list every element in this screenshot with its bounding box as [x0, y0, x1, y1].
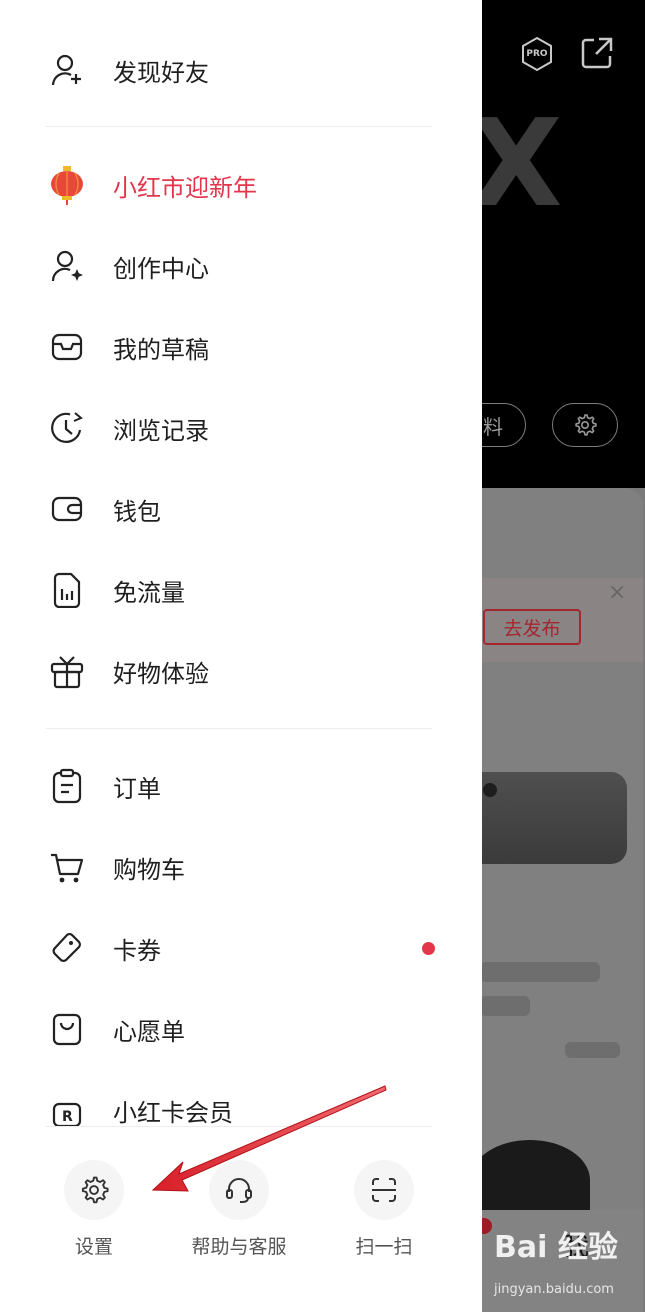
- blurred-text: [480, 962, 600, 982]
- gear-icon: [575, 414, 597, 436]
- add-user-icon: [48, 51, 86, 89]
- apple-logo-icon: [483, 783, 497, 797]
- menu-item-label: 我的草稿: [113, 335, 209, 364]
- data-sim-icon: [48, 571, 86, 609]
- cart-icon: [48, 848, 86, 886]
- menu-item-history[interactable]: 浏览记录: [0, 398, 482, 458]
- history-clock-icon: [48, 409, 86, 447]
- menu-item-label: 卡券: [113, 936, 161, 965]
- watermark-logo: Bai 经验: [494, 1230, 618, 1265]
- menu-item-label: 钱包: [113, 497, 161, 526]
- divider: [46, 1126, 432, 1127]
- scan-button[interactable]: 扫一扫: [324, 1160, 444, 1259]
- member-card-icon: R: [48, 1091, 86, 1129]
- gift-icon: [48, 652, 86, 690]
- menu-item-orders[interactable]: 订单: [0, 756, 482, 816]
- blurred-text: [565, 1042, 620, 1058]
- baidu-watermark: Bai 经验: [494, 1222, 618, 1266]
- menu-item-drafts[interactable]: 我的草稿: [0, 317, 482, 377]
- header-decoration: X: [470, 95, 563, 234]
- menu-item-free-data[interactable]: 免流量: [0, 560, 482, 620]
- inbox-icon: [48, 328, 86, 366]
- scan-label: 扫一扫: [355, 1236, 413, 1258]
- menu-item-product-trial[interactable]: 好物体验: [0, 641, 482, 701]
- scan-icon-circle: [354, 1160, 414, 1220]
- menu-item-label: 好物体验: [113, 659, 209, 688]
- watermark-url: jingyan.baidu.com: [494, 1282, 614, 1297]
- settings-icon-circle: [64, 1160, 124, 1220]
- menu-item-label: 小红卡会员: [113, 1098, 233, 1127]
- pro-badge-label: PRO: [526, 49, 548, 59]
- help-icon-circle: [209, 1160, 269, 1220]
- profile-settings-button[interactable]: [552, 403, 618, 447]
- menu-item-label: 免流量: [113, 578, 185, 607]
- menu-item-cart[interactable]: 购物车: [0, 837, 482, 897]
- headset-icon: [226, 1178, 252, 1203]
- help-service-button[interactable]: 帮助与客服: [179, 1160, 299, 1259]
- coupon-icon: [48, 929, 86, 967]
- menu-item-label: 小红市迎新年: [113, 173, 257, 202]
- close-icon[interactable]: ×: [608, 580, 626, 605]
- blurred-text: [480, 996, 530, 1016]
- wallet-icon: [48, 490, 86, 528]
- creator-icon: [48, 247, 86, 285]
- gear-icon: [81, 1176, 109, 1204]
- divider: [46, 728, 432, 729]
- svg-text:R: R: [62, 1109, 73, 1125]
- publish-button[interactable]: 去发布: [483, 609, 581, 645]
- menu-item-find-friends[interactable]: 发现好友: [0, 40, 482, 100]
- menu-item-label: 心愿单: [113, 1017, 185, 1046]
- publish-button-label: 去发布: [503, 617, 561, 640]
- menu-item-new-year-event[interactable]: 小红市迎新年: [0, 155, 482, 215]
- share-icon[interactable]: [580, 36, 614, 70]
- lantern-icon: [48, 166, 86, 205]
- menu-item-label: 发现好友: [113, 58, 209, 87]
- settings-button[interactable]: 设置: [34, 1160, 154, 1259]
- scan-icon: [372, 1178, 396, 1202]
- unread-badge: [422, 942, 435, 955]
- speaker-image: [470, 1140, 590, 1220]
- menu-item-label: 浏览记录: [113, 416, 209, 445]
- wishlist-bag-icon: [48, 1010, 86, 1048]
- menu-item-wallet[interactable]: 钱包: [0, 479, 482, 539]
- menu-item-label: 创作中心: [113, 254, 209, 283]
- menu-item-label: 订单: [113, 774, 161, 803]
- settings-label: 设置: [74, 1236, 113, 1258]
- divider: [46, 126, 432, 127]
- menu-item-creator-center[interactable]: 创作中心: [0, 236, 482, 296]
- menu-item-wishlist[interactable]: 心愿单: [0, 999, 482, 1059]
- edit-profile-label: 料: [483, 414, 503, 439]
- menu-item-coupons[interactable]: 卡券: [0, 918, 482, 978]
- clipboard-icon: [48, 767, 86, 805]
- side-drawer: 发现好友 小红市迎新年 创作中心 我的草稿 浏览记录 钱包 免流量 好物体验 订…: [0, 0, 482, 1312]
- help-service-label: 帮助与客服: [191, 1236, 287, 1258]
- pro-badge[interactable]: PRO: [519, 36, 555, 72]
- menu-item-label: 购物车: [113, 855, 185, 884]
